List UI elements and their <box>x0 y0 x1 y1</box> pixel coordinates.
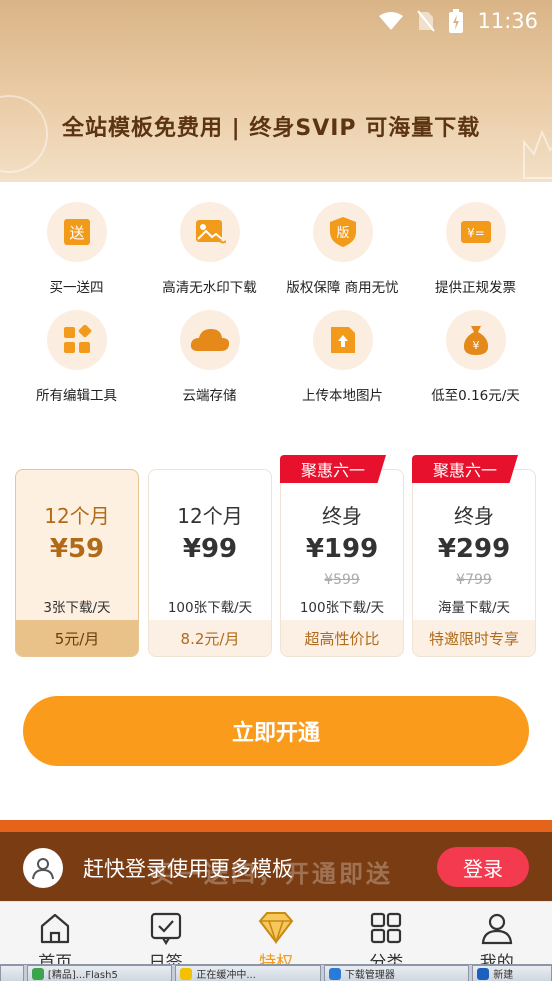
benefit-label: 高清无水印下载 <box>162 280 257 296</box>
copyright-shield-icon: 版 <box>329 217 356 247</box>
benefit-label: 上传本地图片 <box>302 388 383 404</box>
calendar-check-icon <box>150 912 181 945</box>
plan-quota: 海量下载/天 <box>437 600 511 616</box>
svg-text:版: 版 <box>336 226 349 241</box>
hero-title: 全站模板免费用 | 终身SVIP 可海量下载 <box>62 116 481 141</box>
benefit-icon-wrap: 版 <box>312 202 373 262</box>
benefits-grid: 送 买一送四 高清无水印下载 版 版权保障 商用无忧 ¥= 提供正规发票 所有编… <box>0 202 552 410</box>
new-window-icon <box>477 967 490 980</box>
plan-duration: 12个月 <box>44 504 110 528</box>
status-bar: 11:36 <box>379 0 552 42</box>
plan-quota: 100张下载/天 <box>299 600 385 616</box>
profile-icon <box>481 913 512 945</box>
plan-original-price: ¥799 <box>456 572 492 588</box>
user-avatar-icon <box>32 858 54 880</box>
image-hd-icon <box>195 220 226 244</box>
invoice-icon: ¥= <box>460 221 491 243</box>
benefit-item: 上传本地图片 <box>276 310 409 410</box>
benefit-label: 版权保障 商用无忧 <box>286 280 399 296</box>
plan-price: ¥299 <box>437 534 511 564</box>
plan-quota: 100张下载/天 <box>167 600 253 616</box>
avatar <box>23 848 63 888</box>
home-icon <box>41 913 70 944</box>
svg-text:送: 送 <box>69 224 84 242</box>
benefit-label: 买一送四 <box>49 280 104 296</box>
wifi-icon <box>379 12 404 30</box>
benefit-icon-wrap: ¥= <box>445 202 506 262</box>
plan-card-lifetime-199[interactable]: 终身 ¥199 ¥599 100张下载/天 超高性价比 <box>280 469 404 657</box>
plan-footer: 超高性价比 <box>281 620 403 656</box>
plan-duration: 12个月 <box>177 504 243 528</box>
taskbar-start[interactable] <box>0 965 24 981</box>
system-taskbar: [精品]...Flash5 正在缓冲中... 下载管理器 新建 <box>0 964 552 981</box>
benefit-item: 所有编辑工具 <box>10 310 143 410</box>
apps-grid-icon <box>63 325 91 353</box>
login-prompt-text: 赶快登录使用更多模板 <box>83 857 293 881</box>
plan-options: 12个月 ¥59 3张下载/天 5元/月 12个月 ¥99 100张下载/天 8… <box>15 455 537 659</box>
download-manager-icon <box>328 967 341 980</box>
status-time: 11:36 <box>477 9 538 33</box>
cloud-icon <box>190 329 229 351</box>
flash-icon <box>31 967 44 980</box>
plan-price: ¥59 <box>49 534 105 564</box>
benefit-item: 送 买一送四 <box>10 202 143 302</box>
benefit-label: 云端存储 <box>182 388 237 404</box>
benefit-icon-wrap: ¥ <box>445 310 506 370</box>
activate-now-button[interactable]: 立即开通 <box>23 696 529 766</box>
benefit-item: 版 版权保障 商用无忧 <box>276 202 409 302</box>
benefit-icon-wrap: 送 <box>46 202 107 262</box>
taskbar-label: 新建 <box>493 970 514 981</box>
plan-card-12m-99[interactable]: 12个月 ¥99 100张下载/天 8.2元/月 <box>148 469 272 657</box>
plan-card-lifetime-299[interactable]: 终身 ¥299 ¥799 海量下载/天 特邀限时专享 <box>412 469 536 657</box>
taskbar-label: 正在缓冲中... <box>196 970 256 981</box>
benefit-item: 高清无水印下载 <box>143 202 276 302</box>
taskbar-item[interactable]: 新建 <box>472 965 552 981</box>
money-bag-icon: ¥ <box>463 326 488 355</box>
plan-duration: 终身 <box>454 504 494 528</box>
benefit-label: 所有编辑工具 <box>36 388 117 404</box>
svg-text:¥=: ¥= <box>467 226 485 240</box>
benefit-label: 提供正规发票 <box>435 280 516 296</box>
plan-price: ¥99 <box>182 534 238 564</box>
taskbar-item[interactable]: 正在缓冲中... <box>175 965 321 981</box>
plan-footer: 5元/月 <box>16 620 138 656</box>
plan-original-price: ¥599 <box>324 572 360 588</box>
taskbar-label: [精品]...Flash5 <box>47 970 118 981</box>
category-grid-icon <box>371 912 402 944</box>
player-icon <box>180 967 193 980</box>
taskbar-item[interactable]: [精品]...Flash5 <box>26 965 173 981</box>
taskbar-label: 下载管理器 <box>344 970 395 981</box>
login-button[interactable]: 登录 <box>437 847 529 887</box>
benefit-icon-wrap <box>179 202 240 262</box>
login-bar-stripe <box>0 820 552 832</box>
upload-file-icon <box>330 327 355 353</box>
vip-hero-banner: 11:36 全站模板免费用 | 终身SVIP 可海量下载 <box>0 0 552 182</box>
plan-footer: 8.2元/月 <box>149 620 271 656</box>
promo-ribbon: 聚惠六一 <box>412 455 518 483</box>
promo-ribbon: 聚惠六一 <box>280 455 386 483</box>
taskbar-item[interactable]: 下载管理器 <box>323 965 470 981</box>
plan-card-12m-59[interactable]: 12个月 ¥59 3张下载/天 5元/月 <box>15 469 139 657</box>
benefit-item: ¥= 提供正规发票 <box>409 202 542 302</box>
plan-footer: 特邀限时专享 <box>413 620 535 656</box>
svg-text:¥: ¥ <box>472 339 479 352</box>
crown-decoration-icon <box>523 129 552 179</box>
benefit-item: 云端存储 <box>143 310 276 410</box>
battery-charging-icon <box>449 9 464 33</box>
hero-decoration <box>0 95 48 173</box>
benefit-label: 低至0.16元/天 <box>431 388 520 404</box>
no-sim-icon <box>417 10 436 32</box>
login-prompt-bar: 买一送四，开通即送 赶快登录使用更多模板 登录 <box>0 820 552 901</box>
benefit-icon-wrap <box>312 310 373 370</box>
plan-duration: 终身 <box>322 504 362 528</box>
diamond-icon <box>258 912 294 945</box>
benefit-icon-wrap <box>46 310 107 370</box>
benefit-item: ¥ 低至0.16元/天 <box>409 310 542 410</box>
gift-send-icon: 送 <box>63 219 90 245</box>
plan-quota: 3张下载/天 <box>43 600 111 616</box>
plan-price: ¥199 <box>305 534 379 564</box>
benefit-icon-wrap <box>179 310 240 370</box>
